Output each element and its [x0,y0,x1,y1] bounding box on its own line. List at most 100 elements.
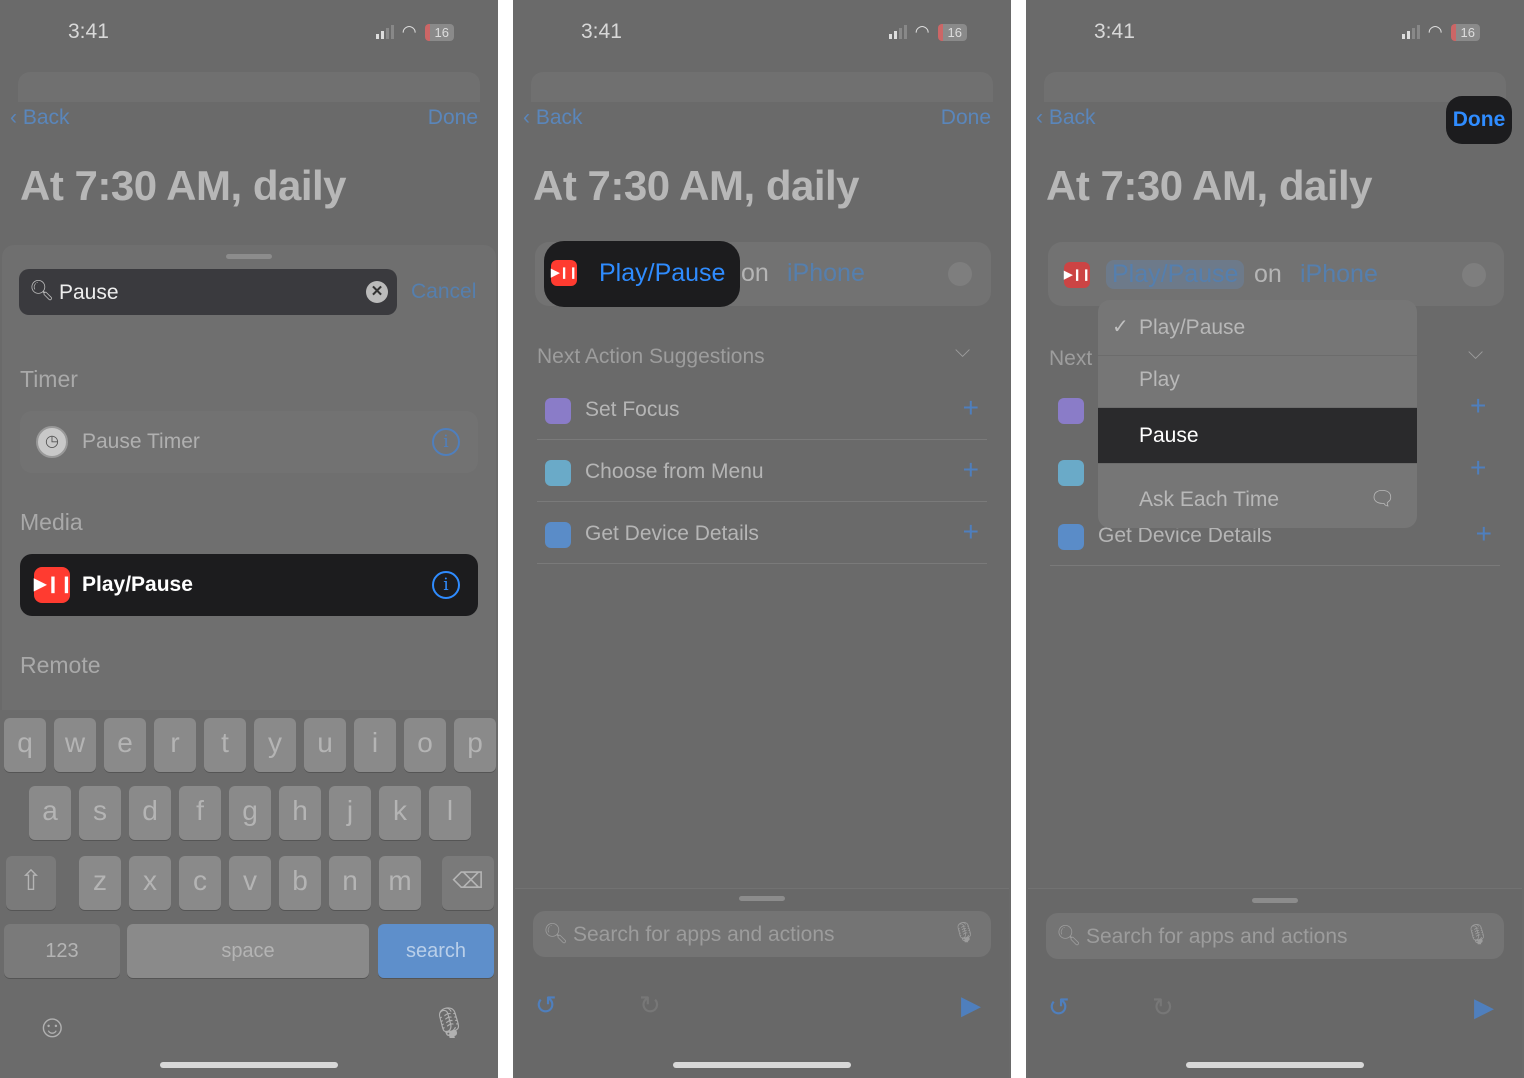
key-p[interactable]: p [454,718,496,772]
add-icon[interactable]: + [1470,452,1486,484]
sheet-grabber[interactable] [739,896,785,901]
remove-action-icon[interactable] [1462,263,1486,287]
key-u[interactable]: u [304,718,346,772]
cancel-button[interactable]: Cancel [411,280,476,304]
key-e[interactable]: e [104,718,146,772]
numbers-key[interactable]: 123 [4,924,120,978]
key-f[interactable]: f [179,786,221,840]
key-j[interactable]: j [329,786,371,840]
action-row-pause-timer[interactable]: ◷ Pause Timer i [20,411,478,473]
redo-icon[interactable]: ↻ [1152,992,1174,1023]
key-n[interactable]: n [329,856,371,910]
key-m[interactable]: m [379,856,421,910]
search-actions-input[interactable]: 🔍︎ Search for apps and actions 🎙︎ [533,911,991,957]
space-key[interactable]: space [127,924,369,978]
menu-item-ask-each-time[interactable]: Ask Each Time 🗨︎ [1098,472,1417,528]
undo-icon[interactable]: ↺ [535,990,557,1021]
key-i[interactable]: i [354,718,396,772]
action-verb-token[interactable]: Play/Pause [1106,260,1245,289]
status-icons: ◠ 16 [888,22,967,42]
done-button[interactable]: Done [428,106,478,130]
delete-key[interactable]: ⌫ [442,856,494,910]
action-on-label: on [1254,260,1282,288]
device-token[interactable]: iPhone [787,259,865,288]
back-button[interactable]: ‹ Back [1036,106,1096,130]
key-q[interactable]: q [4,718,46,772]
run-play-icon[interactable]: ▶ [1474,992,1494,1023]
screen-parameter-menu: 3:41 ◠ 16 ‹ Back Done At 7:30 AM, daily … [1026,0,1524,1078]
key-k[interactable]: k [379,786,421,840]
add-icon[interactable]: + [1476,518,1492,550]
add-icon[interactable]: + [1470,390,1486,422]
remove-action-icon[interactable] [948,262,972,286]
mic-icon[interactable]: 🎙︎ [1465,922,1490,947]
back-button[interactable]: ‹ Back [10,106,70,130]
undo-icon[interactable]: ↺ [1048,992,1070,1023]
back-label: Back [1048,106,1096,129]
done-button[interactable]: Done [941,106,991,130]
key-y[interactable]: y [254,718,296,772]
action-verb-token[interactable]: Play/Pause [599,259,725,288]
wifi-icon: ◠ [914,22,930,41]
back-button[interactable]: ‹ Back [523,106,583,130]
search-key[interactable]: search [378,924,494,978]
key-t[interactable]: t [204,718,246,772]
suggestion-row[interactable]: Choose from Menu + [537,444,987,502]
key-g[interactable]: g [229,786,271,840]
moon-icon [545,398,571,424]
action-on-label: on [741,259,769,287]
info-icon[interactable]: i [432,428,460,456]
dictation-mic-icon[interactable]: 🎙︎ [430,1006,468,1041]
key-v[interactable]: v [229,856,271,910]
phone-icon [545,522,571,548]
search-input[interactable]: 🔍︎ Pause ✕ [19,269,397,315]
wifi-icon: ◠ [401,22,417,41]
battery-indicator: 16 [937,23,967,41]
key-s[interactable]: s [79,786,121,840]
mic-icon[interactable]: 🎙︎ [952,920,977,945]
done-button[interactable]: Done [1446,96,1512,144]
key-o[interactable]: o [404,718,446,772]
action-label: Pause Timer [82,430,200,453]
action-row-play-pause[interactable]: ▶❙❙ Play/Pause i [20,554,478,616]
shift-key[interactable]: ⇧ [6,856,56,910]
clear-search-button[interactable]: ✕ [366,281,388,303]
menu-item-play-pause[interactable]: ✓ Play/Pause [1098,300,1417,356]
key-x[interactable]: x [129,856,171,910]
battery-indicator: 16 [1450,23,1480,41]
redo-icon[interactable]: ↻ [639,990,661,1021]
key-a[interactable]: a [29,786,71,840]
suggestion-label: Choose from Menu [585,460,764,483]
add-icon[interactable]: + [963,392,979,424]
add-icon[interactable]: + [963,516,979,548]
info-icon[interactable]: i [432,571,460,599]
chevron-down-icon[interactable]: ⌵ [955,340,970,363]
key-w[interactable]: w [54,718,96,772]
suggestion-row[interactable]: Get Device Details + [537,506,987,564]
sheet-background [18,72,480,102]
menu-item-play[interactable]: Play [1098,352,1417,408]
screen-search-actions: 3:41 ◠ 16 ‹ Back Done At 7:30 AM, daily … [0,0,498,1078]
device-token[interactable]: iPhone [1300,260,1378,289]
key-h[interactable]: h [279,786,321,840]
chevron-down-icon[interactable]: ⌵ [1468,342,1483,365]
key-c[interactable]: c [179,856,221,910]
key-b[interactable]: b [279,856,321,910]
sheet-grabber[interactable] [1252,898,1298,903]
key-d[interactable]: d [129,786,171,840]
signal-icon [888,25,907,39]
sheet-grabber[interactable] [226,254,272,259]
phone-icon [1058,524,1084,550]
emoji-icon[interactable]: ☺ [36,1008,69,1045]
menu-item-label: Play/Pause [1139,316,1246,339]
suggestion-row[interactable]: Set Focus + [537,382,987,440]
key-l[interactable]: l [429,786,471,840]
back-label: Back [22,106,70,129]
run-play-icon[interactable]: ▶ [961,990,981,1021]
search-actions-input[interactable]: 🔍︎ Search for apps and actions 🎙︎ [1046,913,1504,959]
key-r[interactable]: r [154,718,196,772]
add-icon[interactable]: + [963,454,979,486]
key-z[interactable]: z [79,856,121,910]
menu-item-label: Ask Each Time [1139,488,1280,511]
menu-item-pause[interactable]: Pause [1098,408,1417,464]
